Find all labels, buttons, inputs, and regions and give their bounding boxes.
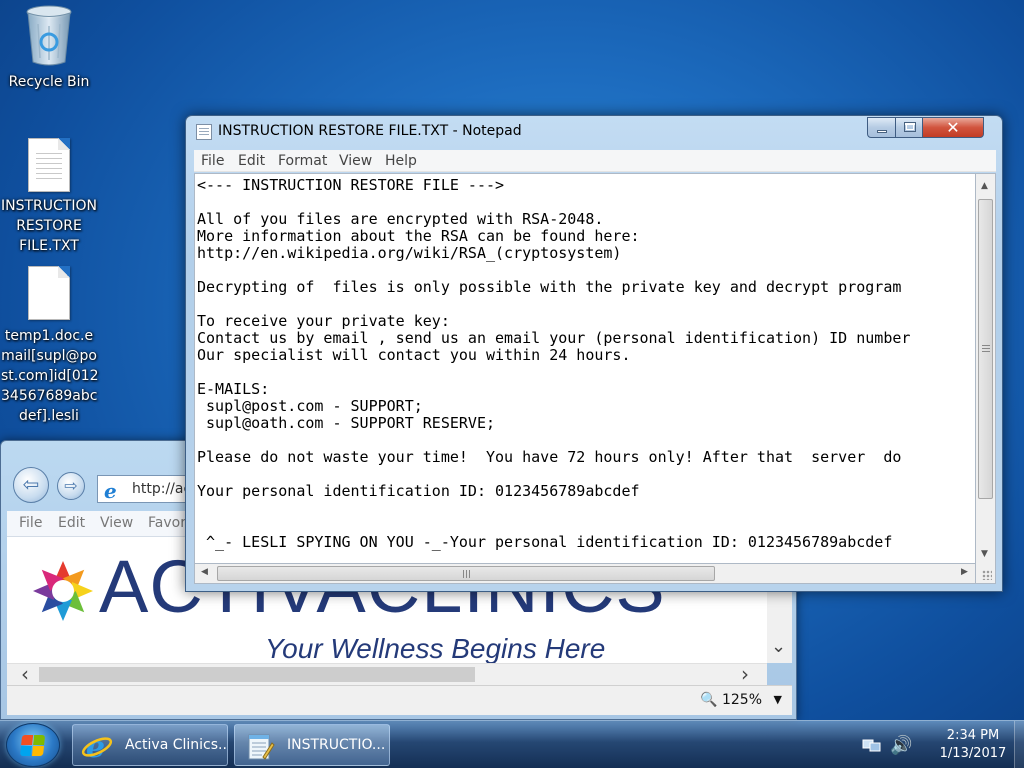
maximize-icon: [904, 122, 916, 132]
notepad-titlebar[interactable]: INSTRUCTION RESTORE FILE.TXT - Notepad ✕: [186, 116, 1002, 146]
text-line: Decrypting of files is only possible wit…: [197, 278, 902, 296]
notepad-text-area[interactable]: <--- INSTRUCTION RESTORE FILE ---> All o…: [194, 173, 976, 564]
zoom-level[interactable]: 🔍 125%: [700, 692, 762, 708]
system-tray: 🔊 2:34 PM 1/13/2017: [856, 721, 1024, 768]
notepad-icon: [248, 734, 275, 760]
desktop-icon-instruction-file[interactable]: INSTRUCTION RESTORE FILE.TXT: [1, 138, 97, 256]
menu-edit[interactable]: Edit: [238, 153, 265, 169]
text-line: ^_- LESLI SPYING ON YOU -_-Your personal…: [197, 533, 893, 551]
resize-grip[interactable]: [976, 564, 996, 584]
text-line: All of you files are encrypted with RSA-…: [197, 210, 604, 228]
arrow-right-icon: ⇨: [64, 476, 78, 495]
scrollbar-thumb[interactable]: [978, 199, 993, 499]
ransom-note-text: <--- INSTRUCTION RESTORE FILE ---> All o…: [197, 177, 910, 551]
scrollbar-thumb[interactable]: [39, 667, 475, 682]
taskbar-button-ie[interactable]: e Activa Clinics...: [72, 724, 228, 766]
notepad-menubar: File Edit Format View Help: [194, 150, 996, 172]
menu-view[interactable]: View: [339, 153, 372, 169]
maximize-button[interactable]: [895, 117, 923, 138]
close-button[interactable]: ✕: [922, 117, 984, 138]
address-text: http://ac: [132, 481, 187, 497]
text-line: [197, 194, 910, 211]
back-button[interactable]: ⇦: [13, 467, 49, 503]
text-line: <--- INSTRUCTION RESTORE FILE --->: [197, 176, 505, 194]
text-line: More information about the RSA can be fo…: [197, 227, 640, 245]
text-line: [197, 500, 910, 517]
ie-icon: e: [81, 731, 113, 761]
ie-horizontal-scrollbar[interactable]: ‹ ›: [7, 662, 767, 686]
text-line: [197, 296, 910, 313]
ie-menu-edit[interactable]: Edit: [58, 515, 85, 531]
ie-statusbar: 🔍 125% ▼: [7, 685, 792, 715]
notepad-vertical-scrollbar[interactable]: ▲ ▼: [976, 173, 996, 564]
chevron-down-icon[interactable]: ⌄: [771, 636, 786, 657]
chevron-right-icon[interactable]: ›: [741, 662, 749, 686]
clock-date: 1/13/2017: [939, 746, 1007, 761]
clock[interactable]: 2:34 PM 1/13/2017: [928, 727, 1018, 763]
desktop-icon-label: temp1.doc.e mail[supl@po st.com]id[012 3…: [1, 328, 99, 424]
menu-file[interactable]: File: [201, 153, 224, 169]
desktop-icon-encrypted-file[interactable]: temp1.doc.e mail[supl@po st.com]id[012 3…: [1, 266, 99, 426]
minimize-icon: [877, 130, 887, 133]
taskbar: e Activa Clinics... INSTRUCTIO... 🔊 2:34…: [0, 720, 1024, 768]
forward-button[interactable]: ⇨: [57, 472, 85, 500]
clock-time: 2:34 PM: [946, 728, 1000, 743]
scroll-left-icon[interactable]: ◀: [201, 567, 208, 577]
text-line: supl@oath.com - SUPPORT RESERVE;: [197, 414, 496, 432]
desktop-icon-recycle-bin[interactable]: Recycle Bin: [1, 4, 97, 92]
chevron-left-icon[interactable]: ‹: [21, 662, 29, 686]
windows-logo-icon: [19, 735, 46, 757]
text-line: E-MAILS:: [197, 380, 270, 398]
text-line: supl@post.com - SUPPORT;: [197, 397, 423, 415]
scroll-right-icon[interactable]: ▶: [961, 567, 968, 577]
start-button[interactable]: [6, 723, 60, 767]
zoom-dropdown-icon[interactable]: ▼: [774, 693, 782, 706]
text-line: Please do not waste your time! You have …: [197, 448, 902, 466]
brand-tagline: Your Wellness Begins Here: [265, 633, 606, 663]
close-icon: ✕: [946, 118, 960, 137]
scroll-up-icon[interactable]: ▲: [981, 181, 988, 191]
text-line: [197, 364, 910, 381]
desktop-icon-label: INSTRUCTION RESTORE FILE.TXT: [1, 198, 97, 254]
text-line: [197, 517, 910, 534]
magnifier-icon: 🔍: [700, 692, 718, 708]
activa-star-logo-icon: [33, 561, 93, 621]
text-line: Our specialist will contact you within 2…: [197, 346, 631, 364]
text-line: To receive your private key:: [197, 312, 450, 330]
minimize-button[interactable]: [867, 117, 896, 138]
notepad-icon: [196, 124, 212, 140]
recycle-bin-icon: [26, 5, 72, 66]
volume-icon[interactable]: 🔊: [890, 735, 912, 756]
ie-menu-favorites[interactable]: Favor: [148, 515, 186, 531]
ie-icon: e: [104, 479, 117, 503]
scroll-down-icon[interactable]: ▼: [981, 549, 988, 559]
text-line: [197, 432, 910, 449]
address-bar[interactable]: e http://ac: [97, 475, 187, 503]
text-line: http://en.wikipedia.org/wiki/RSA_(crypto…: [197, 244, 622, 262]
taskbar-button-label: Activa Clinics...: [125, 737, 228, 753]
taskbar-button-notepad[interactable]: INSTRUCTIO...: [234, 724, 390, 766]
ie-menu-file[interactable]: File: [19, 515, 42, 531]
menu-help[interactable]: Help: [385, 153, 417, 169]
window-title: INSTRUCTION RESTORE FILE.TXT - Notepad: [218, 123, 522, 139]
menu-format[interactable]: Format: [278, 153, 327, 169]
text-line: [197, 466, 910, 483]
scrollbar-thumb[interactable]: [217, 566, 715, 581]
desktop-icon-label: Recycle Bin: [8, 74, 90, 90]
arrow-left-icon: ⇦: [22, 472, 40, 496]
show-desktop-button[interactable]: [1014, 721, 1024, 768]
notepad-horizontal-scrollbar[interactable]: ◀ ▶: [194, 564, 976, 584]
taskbar-button-label: INSTRUCTIO...: [287, 737, 386, 753]
network-icon[interactable]: [862, 737, 882, 753]
blank-file-icon: [28, 266, 70, 320]
text-file-icon: [28, 138, 70, 192]
text-line: Contact us by email , send us an email y…: [197, 329, 911, 347]
ie-menu-view[interactable]: View: [100, 515, 133, 531]
text-line: [197, 262, 910, 279]
notepad-window[interactable]: INSTRUCTION RESTORE FILE.TXT - Notepad ✕…: [185, 115, 1003, 592]
text-line: Your personal identification ID: 0123456…: [197, 482, 640, 500]
